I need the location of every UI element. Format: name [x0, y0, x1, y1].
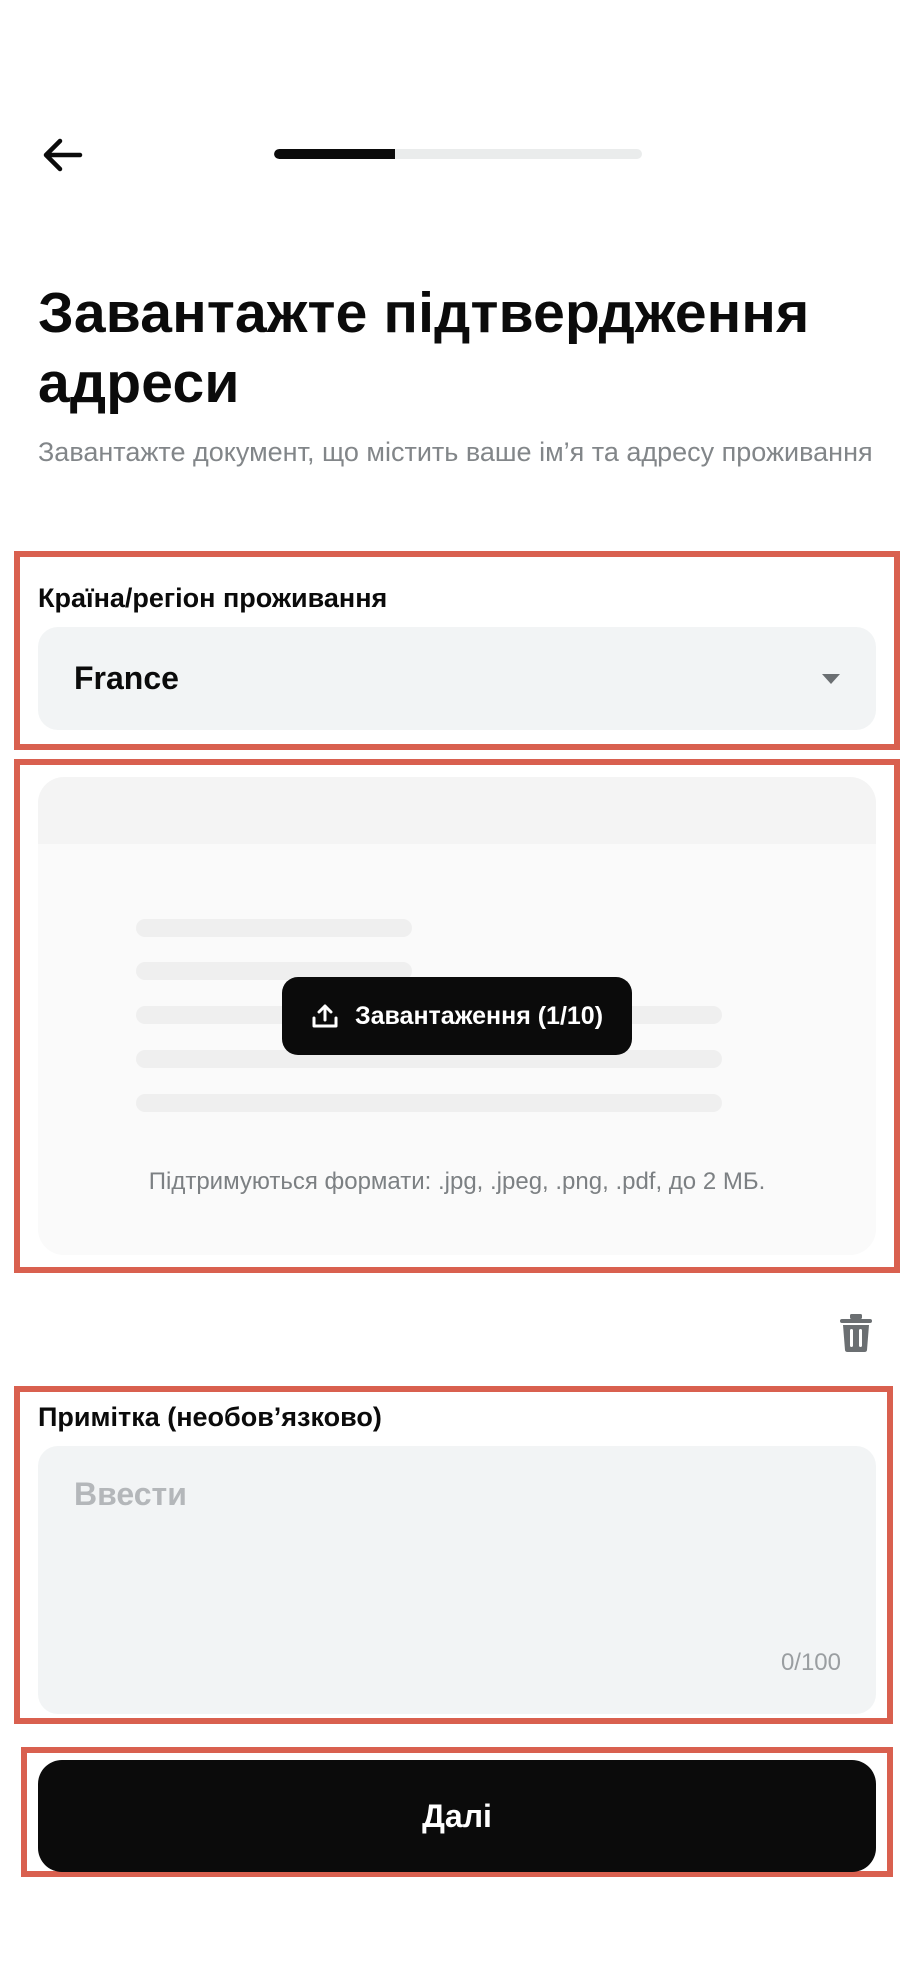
back-button[interactable]	[30, 125, 94, 185]
progress-bar	[274, 149, 642, 159]
note-char-counter: 0/100	[780, 1649, 841, 1676]
page-title: Завантажте підтвердження адреси	[38, 281, 810, 415]
page-subtitle: Завантажте документ, що містить ваше ім’…	[38, 437, 873, 467]
upload-icon	[312, 1004, 338, 1028]
document-skeleton-line	[136, 1094, 722, 1112]
country-select[interactable]: France	[38, 627, 876, 730]
document-skeleton-line	[136, 919, 412, 937]
note-label: Примітка (необов’язково)	[38, 1402, 382, 1432]
supported-formats-text: Підтримуються формати: .jpg, .jpeg, .png…	[148, 1168, 766, 1195]
progress-fill	[274, 149, 396, 159]
next-button[interactable]: Далі	[38, 1760, 876, 1872]
delete-button[interactable]	[838, 1313, 874, 1353]
trash-icon	[840, 1314, 872, 1352]
caret-down-icon	[822, 673, 840, 684]
country-label: Країна/регіон проживання	[38, 583, 388, 613]
arrow-left-icon	[43, 138, 83, 172]
country-value: France	[74, 660, 179, 696]
upload-button[interactable]: Завантаження (1/10)	[282, 977, 632, 1055]
upload-button-label: Завантаження (1/10)	[354, 1001, 604, 1030]
document-preview-header	[38, 777, 876, 844]
note-input[interactable]	[38, 1446, 876, 1714]
next-button-label: Далі	[422, 1797, 492, 1834]
